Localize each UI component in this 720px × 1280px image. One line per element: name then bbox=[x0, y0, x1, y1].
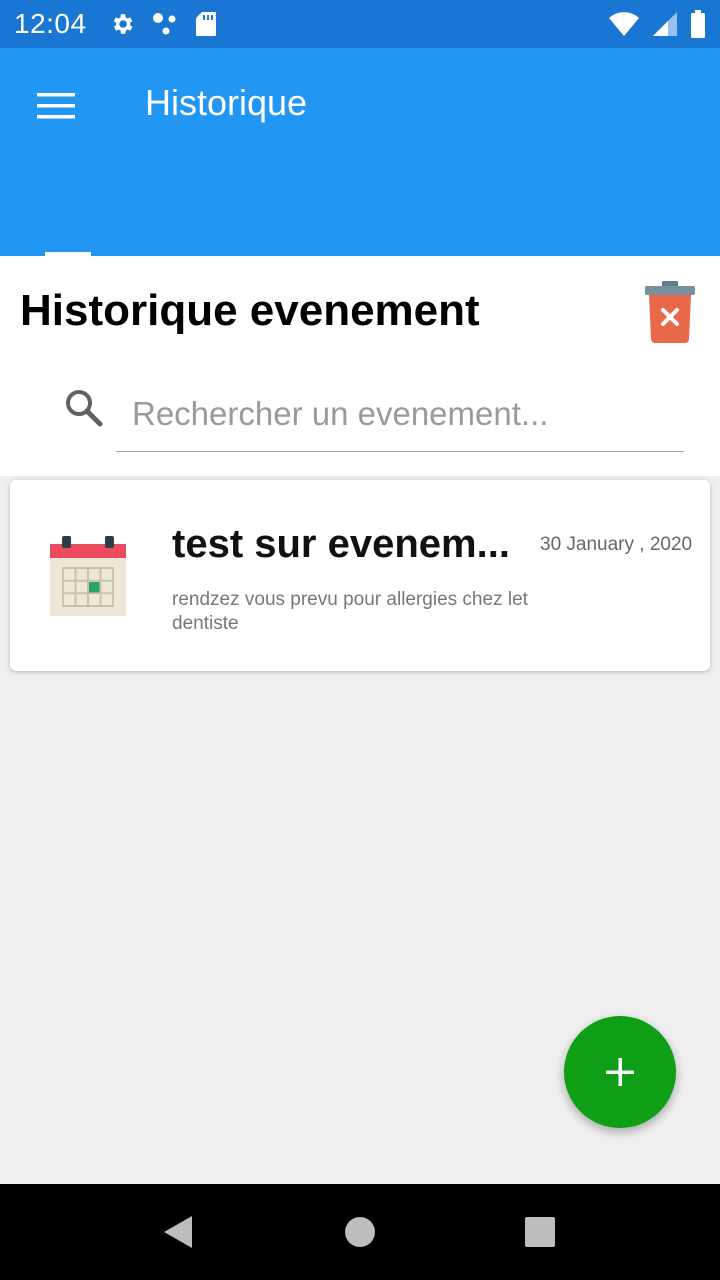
plus-icon bbox=[606, 1058, 634, 1086]
sd-card-icon bbox=[195, 12, 216, 36]
search-input[interactable] bbox=[116, 376, 684, 452]
trash-icon bbox=[645, 281, 695, 343]
header-section: Historique evenement bbox=[0, 256, 720, 476]
status-right-icons bbox=[608, 10, 706, 38]
event-title: test sur evenem... bbox=[172, 522, 510, 566]
screen: 12:04 Historique Historique evenement Re… bbox=[0, 0, 720, 1280]
battery-icon bbox=[691, 10, 705, 38]
navigation-bar bbox=[0, 1184, 720, 1280]
share-dots-icon bbox=[152, 13, 176, 35]
status-bar: 12:04 bbox=[0, 0, 720, 48]
status-left-icons bbox=[109, 11, 217, 37]
recents-icon[interactable] bbox=[522, 1214, 558, 1250]
app-bar: Historique bbox=[0, 48, 720, 256]
hamburger-menu-icon bbox=[37, 93, 75, 119]
search-icon bbox=[66, 390, 103, 427]
gear-icon bbox=[113, 14, 132, 34]
wifi-icon bbox=[609, 12, 639, 36]
event-date: 30 January , 2020 bbox=[540, 534, 693, 555]
status-time: 12:04 bbox=[14, 8, 87, 39]
calendar-icon bbox=[50, 536, 126, 616]
delete-all-button[interactable] bbox=[642, 278, 698, 344]
app-title: Historique bbox=[145, 82, 308, 123]
signal-icon bbox=[653, 12, 677, 36]
menu-button[interactable] bbox=[24, 78, 88, 134]
event-card[interactable]: test sur evenem... 30 January , 2020 ren… bbox=[10, 480, 710, 671]
event-description: rendzez vous prevu pour allergies chez l… bbox=[172, 589, 528, 634]
home-icon[interactable] bbox=[342, 1214, 378, 1250]
back-icon[interactable] bbox=[160, 1214, 196, 1250]
section-title: Historique evenement bbox=[20, 286, 480, 335]
search-row bbox=[60, 376, 690, 456]
add-event-button[interactable] bbox=[564, 1016, 676, 1128]
